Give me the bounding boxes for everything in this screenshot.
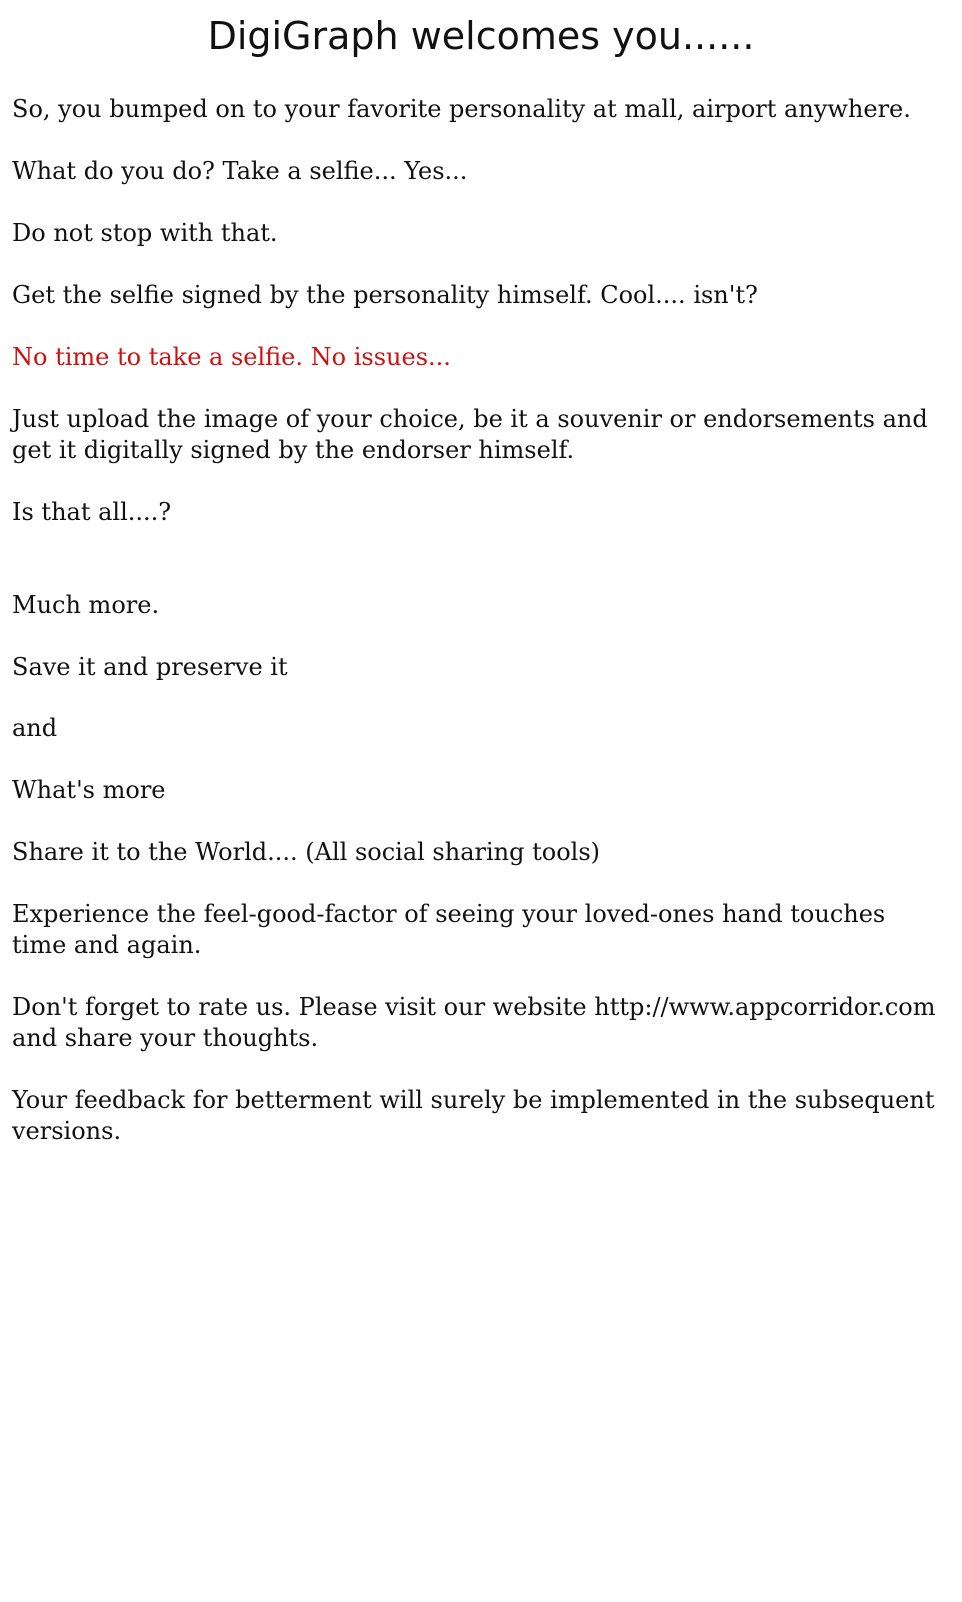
paragraph-intro: So, you bumped on to your favorite perso…	[12, 95, 911, 123]
paragraph-selfie-question: What do you do? Take a selfie... Yes...	[12, 157, 468, 185]
paragraph-get-signed: Get the selfie signed by the personality…	[12, 281, 758, 309]
paragraph-and: and	[12, 714, 58, 742]
paragraph-feedback: Your feedback for betterment will surely…	[12, 1086, 935, 1145]
paragraph-upload-image: Just upload the image of your choice, be…	[12, 405, 928, 464]
paragraph-much-more: Much more.	[12, 591, 160, 619]
paragraph-save-preserve: Save it and preserve it	[12, 653, 288, 681]
paragraph-no-time-highlight: No time to take a selfie. No issues...	[12, 343, 451, 371]
paragraph-share-world: Share it to the World.... (All social sh…	[12, 838, 601, 866]
paragraph-whats-more: What's more	[12, 776, 166, 804]
page-title: DigiGraph welcomes you......	[207, 14, 755, 58]
paragraph-do-not-stop: Do not stop with that.	[12, 219, 278, 247]
paragraph-feel-good: Experience the feel-good-factor of seein…	[12, 900, 886, 959]
welcome-text-body: So, you bumped on to your favorite perso…	[12, 94, 942, 1178]
paragraph-is-that-all: Is that all....?	[12, 498, 172, 526]
paragraph-rate-us: Don't forget to rate us. Please visit ou…	[12, 993, 936, 1052]
welcome-screen: DigiGraph welcomes you...... So, you bum…	[0, 0, 962, 1602]
